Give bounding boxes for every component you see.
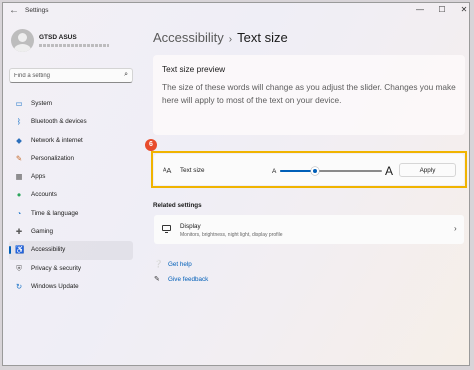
sidebar-nav: ▭ System ᛒ Bluetooth & devices ◆ Network…: [9, 95, 133, 296]
search-input[interactable]: [14, 71, 114, 81]
back-arrow-icon[interactable]: ←: [9, 5, 19, 16]
feedback-icon: ✎: [154, 276, 160, 283]
breadcrumb-chevron-icon: ›: [228, 34, 233, 45]
help-icon: ❔: [154, 261, 163, 268]
sidebar-item-label: Accessibility: [31, 246, 66, 254]
maximize-button[interactable]: ☐: [433, 4, 451, 16]
sidebar-item-label: Privacy & security: [31, 264, 82, 272]
breadcrumb: Accessibility › Text size: [153, 30, 288, 45]
sidebar-item-label: Apps: [31, 173, 46, 181]
breadcrumb-parent[interactable]: Accessibility: [153, 30, 224, 45]
accessibility-icon: ♿: [15, 245, 25, 255]
sidebar-item-windows-update[interactable]: ↻ Windows Update: [9, 278, 133, 296]
preview-text: The size of these words will change as y…: [162, 82, 456, 105]
display-icon: [162, 225, 171, 233]
settings-window: ← Settings — ☐ ✕ GTSD ASUS ⌕ ▭ System ᛒ …: [2, 2, 470, 366]
display-title: Display: [180, 223, 201, 230]
minimize-button[interactable]: —: [411, 4, 429, 16]
related-settings-heading: Related settings: [153, 202, 202, 209]
sidebar-item-label: System: [31, 100, 52, 107]
sidebar-item-system[interactable]: ▭ System: [9, 95, 133, 113]
monitor-icon: ▭: [15, 99, 23, 108]
sidebar-item-personalization[interactable]: ✎ Personalization: [9, 150, 133, 168]
wifi-icon: ◆: [16, 135, 22, 145]
refresh-icon: ↻: [15, 281, 23, 291]
callout-badge: 6: [145, 139, 157, 151]
apps-icon: ▦: [15, 172, 23, 182]
close-button[interactable]: ✕: [455, 4, 469, 16]
display-description: Monitors, brightness, night light, displ…: [180, 232, 283, 238]
sidebar-item-label: Network & internet: [31, 136, 83, 144]
sidebar-item-time-language[interactable]: ◔ Time & language: [9, 205, 133, 223]
avatar-body-shape: [14, 44, 31, 52]
search-box[interactable]: ⌕: [9, 68, 133, 83]
give-feedback-label: Give feedback: [168, 276, 209, 283]
preview-title: Text size preview: [162, 64, 226, 74]
page-title: Text size: [237, 30, 288, 45]
text-preview-card: Text size preview The size of these word…: [153, 55, 465, 135]
sidebar-item-privacy-security[interactable]: ⛨ Privacy & security: [9, 260, 133, 278]
sidebar-item-accounts[interactable]: ● Accounts: [9, 186, 133, 204]
avatar-head-shape: [18, 33, 27, 42]
sidebar-item-label: Time & language: [31, 209, 79, 217]
sidebar-item-accessibility[interactable]: ♿ Accessibility: [9, 241, 133, 260]
sidebar-item-apps[interactable]: ▦ Apps: [9, 168, 133, 186]
search-icon[interactable]: ⌕: [124, 71, 128, 79]
bluetooth-icon: ᛒ: [16, 117, 22, 127]
brush-icon: ✎: [15, 153, 23, 163]
sidebar-item-label: Windows Update: [31, 282, 79, 290]
get-help-label: Get help: [168, 261, 192, 268]
globe-clock-icon: ◔: [16, 208, 22, 218]
title-bar: ← Settings — ☐ ✕: [3, 3, 469, 19]
gamepad-icon: ✚: [15, 227, 23, 237]
shield-icon: ⛨: [16, 263, 22, 273]
sidebar-item-network-internet[interactable]: ◆ Network & internet: [9, 132, 133, 150]
sidebar-item-label: Accounts: [31, 191, 57, 199]
sidebar-item-bluetooth-devices[interactable]: ᛒ Bluetooth & devices: [9, 113, 133, 131]
avatar[interactable]: [11, 29, 34, 52]
user-email-redacted: [39, 44, 109, 47]
sidebar-item-label: Bluetooth & devices: [31, 118, 87, 126]
sidebar-item-label: Gaming: [31, 228, 54, 236]
user-name: GTSD ASUS: [39, 34, 77, 41]
display-settings-link[interactable]: Display Monitors, brightness, night ligh…: [154, 215, 464, 244]
callout-highlight-box: [151, 151, 467, 188]
chevron-right-icon: ›: [454, 224, 457, 233]
sidebar-item-gaming[interactable]: ✚ Gaming: [9, 223, 133, 241]
person-icon: ●: [16, 190, 22, 200]
window-title: Settings: [25, 7, 49, 14]
sidebar-item-label: Personalization: [31, 154, 75, 162]
